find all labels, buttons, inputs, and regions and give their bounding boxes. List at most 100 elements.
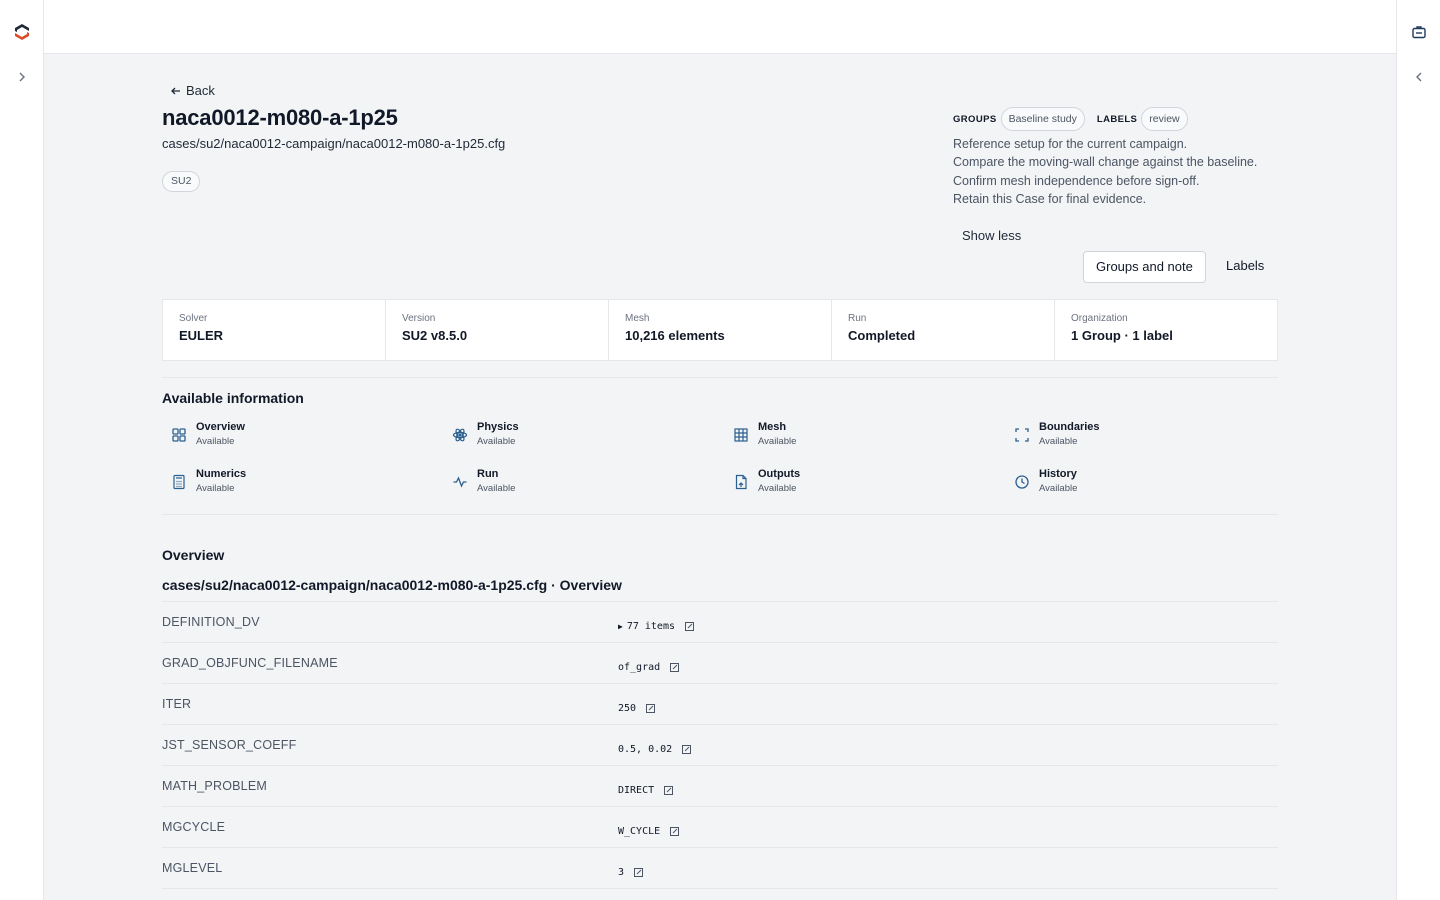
- row-key: GRAD_OBJFUNC_FILENAME: [162, 656, 338, 670]
- available-item-status: Available: [477, 436, 516, 447]
- row-key: JST_SENSOR_COEFF: [162, 738, 297, 752]
- row-value: DIRECT: [618, 785, 674, 796]
- table-row: MGCYCLE W_CYCLE: [162, 807, 1278, 848]
- available-item-name: Mesh: [758, 421, 787, 433]
- activity-icon: [453, 476, 467, 488]
- solver-chip: SU2: [162, 171, 201, 192]
- available-item-run[interactable]: Run Available: [443, 466, 724, 513]
- stats-bar: Solver EULER Version SU2 v8.5.0 Mesh 10,…: [162, 299, 1278, 361]
- row-value: 0.5, 0.02: [618, 744, 692, 755]
- row-value-text: 250: [618, 703, 637, 714]
- divider: [162, 514, 1278, 515]
- available-item-physics[interactable]: Physics Available: [443, 419, 724, 466]
- external-link-icon[interactable]: [685, 622, 694, 631]
- groups-and-note-button[interactable]: Groups and note: [1083, 251, 1206, 283]
- row-value: 250: [618, 703, 656, 714]
- chevron-left-icon[interactable]: [1411, 69, 1427, 85]
- row-key: ITER: [162, 697, 192, 711]
- available-item-name: History: [1039, 468, 1077, 480]
- available-item-status: Available: [1039, 436, 1078, 447]
- back-label: Back: [186, 83, 215, 98]
- stat-version: Version SU2 v8.5.0: [386, 300, 609, 360]
- row-value-text: DIRECT: [618, 785, 655, 796]
- overview-table: DEFINITION_DV ▶ 77 items GRAD_OBJFUNC_FI…: [162, 601, 1278, 889]
- case-note: Reference setup for the current campaign…: [953, 135, 1257, 208]
- stat-value: 10,216 elements: [625, 328, 725, 343]
- available-item-history[interactable]: History Available: [1005, 466, 1286, 513]
- available-item-overview[interactable]: Overview Available: [162, 419, 443, 466]
- external-link-icon[interactable]: [670, 827, 680, 836]
- app-logo-icon[interactable]: [13, 23, 31, 41]
- back-link[interactable]: Back: [170, 83, 215, 98]
- stat-solver: Solver EULER: [163, 300, 386, 360]
- row-value-text: 0.5, 0.02: [618, 744, 673, 755]
- stat-run: Run Completed: [832, 300, 1055, 360]
- row-value: of_grad: [618, 662, 680, 673]
- external-link-icon[interactable]: [682, 745, 692, 754]
- clock-icon: [1015, 475, 1029, 489]
- available-item-numerics[interactable]: Numerics Available: [162, 466, 443, 513]
- row-value[interactable]: ▶ 77 items: [618, 621, 694, 632]
- briefcase-icon[interactable]: [1411, 24, 1427, 40]
- note-line: Reference setup for the current campaign…: [953, 137, 1188, 151]
- main-content: Back naca0012-m080-a-1p25 cases/su2/naca…: [162, 54, 1278, 900]
- external-link-icon[interactable]: [664, 786, 674, 795]
- available-item-name: Numerics: [196, 468, 247, 480]
- external-link-icon[interactable]: [634, 868, 644, 877]
- table-row: ITER 250: [162, 684, 1278, 725]
- grid-icon: [172, 428, 186, 442]
- show-less-button[interactable]: Show less: [962, 228, 1021, 243]
- available-item-boundaries[interactable]: Boundaries Available: [1005, 419, 1286, 466]
- available-item-status: Available: [196, 436, 235, 447]
- atom-icon: [452, 428, 468, 442]
- row-value: W_CYCLE: [618, 826, 680, 837]
- caret-right-icon[interactable]: ▶: [618, 622, 623, 631]
- labels-button[interactable]: Labels: [1214, 251, 1276, 283]
- case-path: cases/su2/naca0012-campaign/naca0012-m08…: [162, 136, 506, 151]
- boundaries-icon: [1015, 428, 1029, 442]
- divider: [162, 377, 1278, 378]
- mesh-icon: [734, 428, 748, 442]
- table-row: JST_SENSOR_COEFF 0.5, 0.02: [162, 725, 1278, 766]
- row-key: MGLEVEL: [162, 861, 223, 875]
- row-value-text: W_CYCLE: [618, 826, 661, 837]
- left-rail: [0, 0, 44, 900]
- group-chip[interactable]: Baseline study: [1000, 107, 1085, 131]
- available-item-status: Available: [477, 483, 516, 494]
- available-item-status: Available: [758, 436, 797, 447]
- external-link-icon[interactable]: [670, 663, 680, 672]
- available-item-status: Available: [758, 483, 797, 494]
- meta-row: GROUPS Baseline study LABELS review: [953, 106, 1200, 132]
- available-item-mesh[interactable]: Mesh Available: [724, 419, 1005, 466]
- stat-value: SU2 v8.5.0: [402, 328, 468, 343]
- table-row: MGLEVEL 3: [162, 848, 1278, 889]
- row-value: 3: [618, 867, 644, 878]
- groups-label: GROUPS: [953, 113, 997, 125]
- right-rail: [1396, 0, 1440, 900]
- available-item-outputs[interactable]: Outputs Available: [724, 466, 1005, 513]
- available-information-title: Available information: [162, 390, 304, 406]
- available-item-status: Available: [196, 483, 235, 494]
- note-line: Confirm mesh independence before sign-of…: [953, 173, 1200, 188]
- stat-label: Solver: [179, 313, 208, 324]
- available-item-status: Available: [1039, 483, 1078, 494]
- table-row: GRAD_OBJFUNC_FILENAME of_grad: [162, 643, 1278, 684]
- stat-label: Organization: [1071, 313, 1128, 324]
- label-chip[interactable]: review: [1141, 107, 1188, 131]
- row-key: MGCYCLE: [162, 820, 226, 834]
- file-icon: [735, 474, 747, 490]
- table-row: MATH_PROBLEM DIRECT: [162, 766, 1278, 807]
- arrow-left-icon: [171, 87, 180, 94]
- table-row: DEFINITION_DV ▶ 77 items: [162, 602, 1278, 643]
- chevron-right-icon[interactable]: [14, 69, 30, 85]
- note-line: Compare the moving-wall change against t…: [953, 155, 1258, 170]
- top-bar: [44, 0, 1396, 54]
- page-title: naca0012-m080-a-1p25: [162, 105, 398, 130]
- external-link-icon[interactable]: [646, 704, 656, 713]
- stat-label: Mesh: [625, 313, 650, 324]
- stat-value: EULER: [179, 328, 224, 343]
- available-item-name: Overview: [196, 421, 245, 433]
- labels-label: LABELS: [1096, 113, 1138, 125]
- overview-title: Overview: [162, 547, 225, 563]
- stat-value: 1 Group · 1 label: [1071, 328, 1173, 343]
